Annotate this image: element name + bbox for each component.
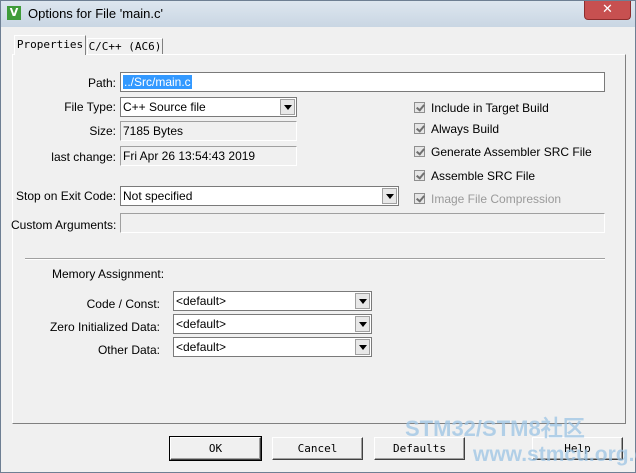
assemble-src-file-label: Assemble SRC File <box>431 169 536 183</box>
chevron-down-icon[interactable] <box>355 316 370 332</box>
chevron-down-icon[interactable] <box>355 339 370 355</box>
zero-init-label: Zero Initialized Data: <box>49 320 160 334</box>
path-label: Path: <box>87 76 116 90</box>
close-button[interactable]: ✕ <box>584 1 631 20</box>
other-data-value: <default> <box>176 340 227 354</box>
checkbox-icon <box>414 170 425 181</box>
checkbox-icon <box>414 123 425 134</box>
tab-properties[interactable]: Properties <box>14 35 86 55</box>
include-in-target-build-label: Include in Target Build <box>431 101 549 115</box>
path-input[interactable]: ../Src/main.c <box>120 72 605 92</box>
tab-c-cpp-ac6[interactable]: C/C++ (AC6) <box>87 38 163 55</box>
stop-on-exit-select[interactable]: Not specified <box>120 186 399 206</box>
code-const-value: <default> <box>176 294 227 308</box>
zero-init-value: <default> <box>176 317 227 331</box>
last-change-label: last change: <box>51 150 116 164</box>
path-value: ../Src/main.c <box>123 75 192 89</box>
zero-init-select[interactable]: <default> <box>173 314 372 334</box>
ok-button[interactable]: OK <box>169 436 262 461</box>
custom-args-label: Custom Arguments: <box>11 218 117 232</box>
title-bar[interactable]: V Options for File 'main.c' ✕ <box>1 1 635 27</box>
options-dialog: V Options for File 'main.c' ✕ Properties… <box>0 0 636 473</box>
chevron-down-icon[interactable] <box>280 99 295 115</box>
file-type-select[interactable]: C++ Source file <box>120 97 297 117</box>
checkbox-icon <box>414 102 425 113</box>
other-data-label: Other Data: <box>97 343 160 357</box>
divider <box>25 258 605 260</box>
file-type-label: File Type: <box>64 100 116 114</box>
chevron-down-icon[interactable] <box>382 188 397 204</box>
chevron-down-icon[interactable] <box>355 293 370 309</box>
custom-args-input[interactable] <box>120 213 605 233</box>
window-title: Options for File 'main.c' <box>28 6 164 21</box>
memory-assignment-heading: Memory Assignment: <box>52 267 165 281</box>
stop-on-exit-label: Stop on Exit Code: <box>16 189 117 203</box>
cancel-button[interactable]: Cancel <box>272 437 363 460</box>
other-data-select[interactable]: <default> <box>173 337 372 357</box>
always-build-label: Always Build <box>431 122 500 136</box>
watermark-line-2: www.stmcu.org.cn <box>473 443 636 466</box>
generate-assembler-src-label: Generate Assembler SRC File <box>431 145 592 159</box>
image-file-compression-label: Image File Compression <box>431 192 562 206</box>
size-label: Size: <box>89 124 116 138</box>
checkbox-icon <box>414 146 425 157</box>
stop-on-exit-value: Not specified <box>123 189 193 203</box>
code-const-select[interactable]: <default> <box>173 291 372 311</box>
file-type-value: C++ Source file <box>123 100 206 114</box>
app-icon: V <box>7 6 21 20</box>
watermark-line-1: STM32/STM8社区 <box>405 416 585 441</box>
last-change-value: Fri Apr 26 13:54:43 2019 <box>120 146 297 166</box>
size-value: 7185 Bytes <box>120 121 297 141</box>
checkbox-icon <box>414 193 425 204</box>
code-const-label: Code / Const: <box>86 297 160 311</box>
